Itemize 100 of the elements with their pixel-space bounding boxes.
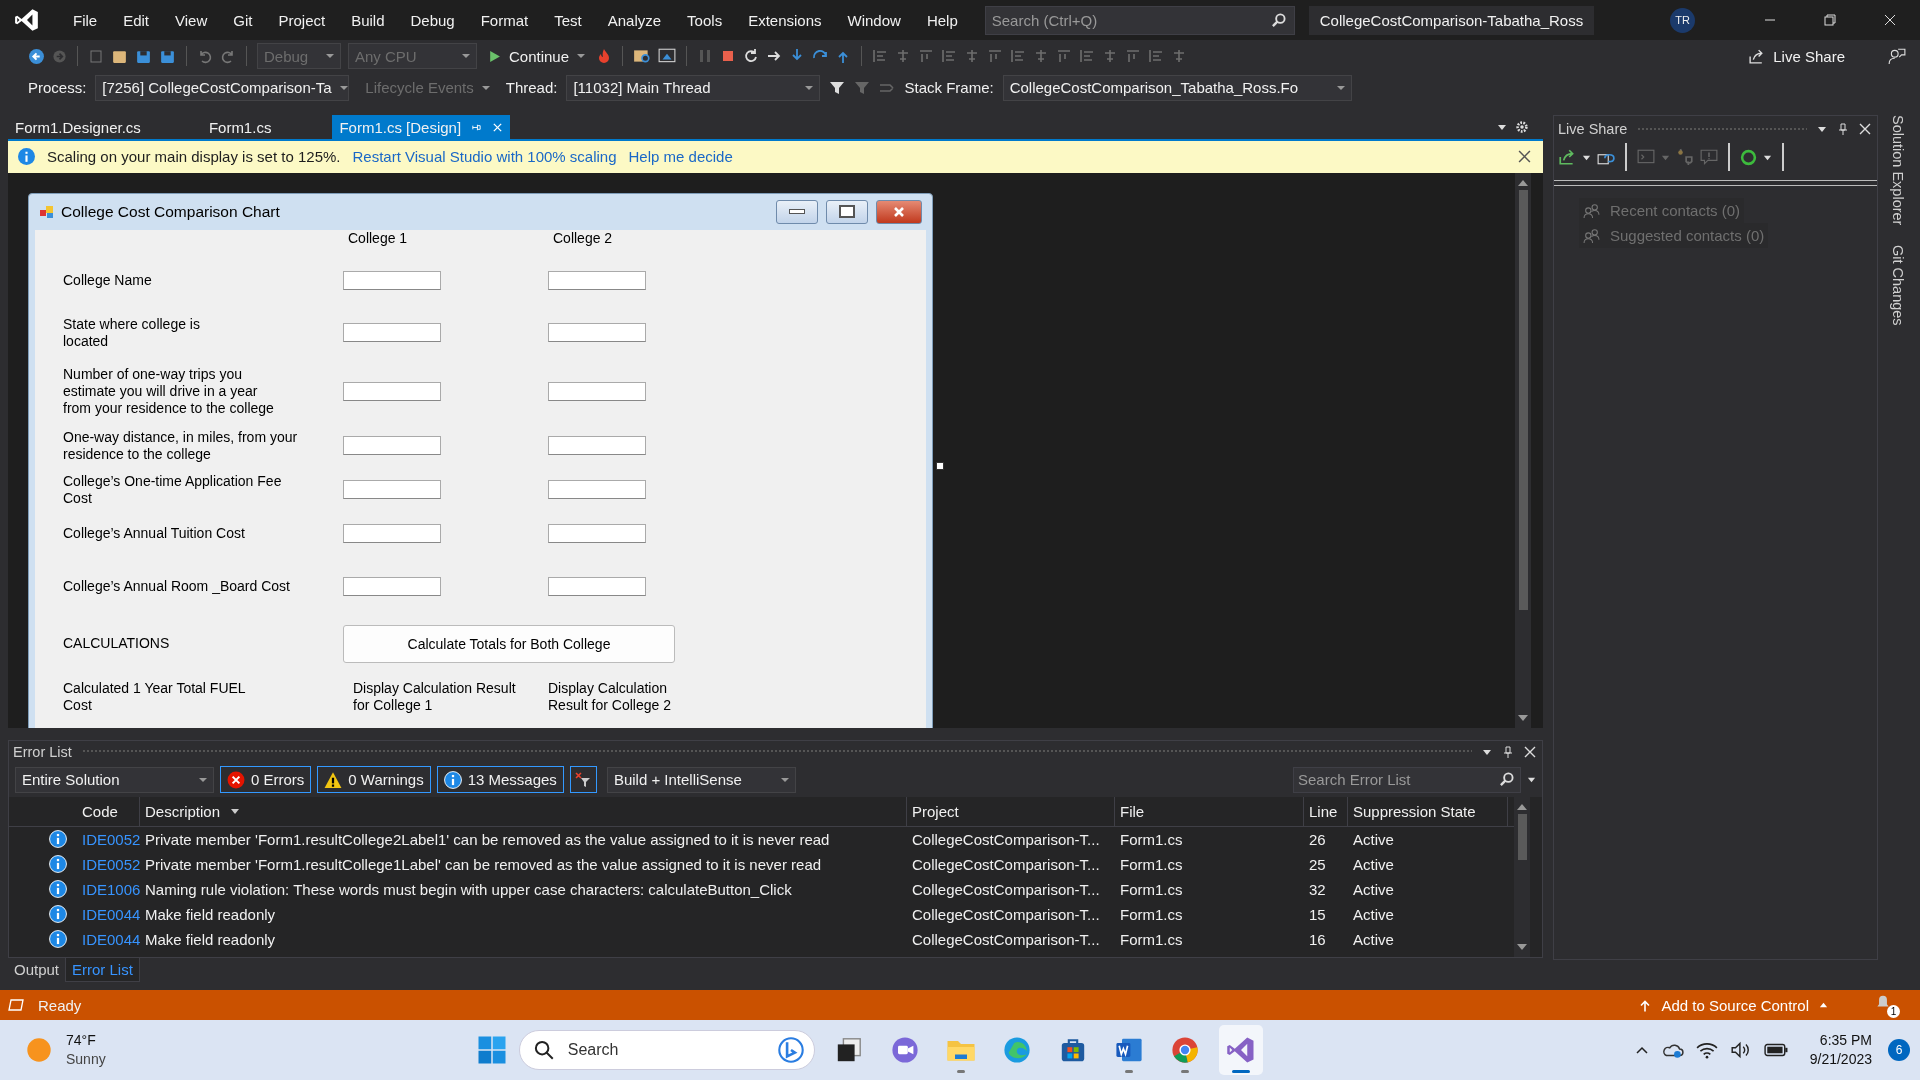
- text-field[interactable]: [343, 271, 441, 291]
- clock[interactable]: 6:35 PM 9/21/2023: [1809, 1031, 1872, 1069]
- code-link[interactable]: IDE0052: [77, 855, 140, 873]
- dropdown-icon[interactable]: [1527, 775, 1536, 785]
- layout-icon[interactable]: [1125, 48, 1142, 64]
- pin-icon[interactable]: [1837, 123, 1849, 135]
- text-field[interactable]: [343, 524, 441, 544]
- text-field[interactable]: [343, 577, 441, 597]
- menu-item[interactable]: Debug: [397, 11, 468, 29]
- thread-dropdown[interactable]: [11032] Main Thread: [566, 74, 821, 101]
- menu-item[interactable]: Test: [541, 11, 595, 29]
- layout-icon[interactable]: [1010, 48, 1027, 64]
- menu-item[interactable]: Build: [338, 11, 398, 29]
- text-field[interactable]: [343, 382, 441, 402]
- maximize-button[interactable]: [826, 199, 868, 224]
- taskbar-search[interactable]: Search: [518, 1030, 815, 1070]
- temperature[interactable]: 74°F: [66, 1031, 106, 1050]
- scrollbar[interactable]: [1514, 796, 1530, 957]
- text-field[interactable]: [548, 323, 646, 343]
- column-header[interactable]: Line: [1304, 796, 1348, 826]
- menu-item[interactable]: Extensions: [735, 11, 835, 29]
- battery-icon[interactable]: [1763, 1043, 1788, 1057]
- code-link[interactable]: IDE0044: [77, 930, 140, 948]
- search-input[interactable]: Search Error List: [1294, 770, 1499, 790]
- code-link[interactable]: IDE1006: [77, 880, 140, 898]
- search-field[interactable]: Search (Ctrl+Q): [984, 5, 1295, 35]
- pin-icon[interactable]: [1502, 745, 1514, 758]
- text-field[interactable]: [548, 436, 646, 456]
- scrollbar[interactable]: [1515, 172, 1531, 728]
- text-field[interactable]: [548, 524, 646, 544]
- close-button[interactable]: [876, 199, 922, 224]
- side-tab[interactable]: Solution Explorer: [1890, 115, 1906, 226]
- undo-icon[interactable]: [197, 48, 213, 64]
- resize-handle[interactable]: [936, 461, 944, 470]
- volume-icon[interactable]: [1729, 1041, 1752, 1059]
- scope-dropdown[interactable]: Entire Solution: [15, 766, 214, 793]
- column-header[interactable]: File: [1115, 796, 1304, 826]
- stack-frame-dropdown[interactable]: CollegeCostComparison_Tabatha_Ross.Fo: [1002, 74, 1352, 101]
- notification-badge[interactable]: 6: [1888, 1039, 1910, 1061]
- folder-search-icon[interactable]: [633, 47, 652, 65]
- column-header[interactable]: Project: [907, 796, 1115, 826]
- column-header[interactable]: Suppression State: [1348, 796, 1508, 826]
- menu-item[interactable]: View: [162, 11, 221, 29]
- search-field[interactable]: Search Error List: [1293, 766, 1521, 793]
- text-field[interactable]: [548, 480, 646, 500]
- cloud-icon[interactable]: [1661, 1041, 1684, 1059]
- column-header[interactable]: Code: [77, 796, 140, 826]
- layout-icon[interactable]: [941, 48, 958, 64]
- text-field[interactable]: [343, 436, 441, 456]
- text-field[interactable]: [343, 323, 441, 343]
- layout-icon[interactable]: [1148, 48, 1165, 64]
- start-icon[interactable]: [476, 1035, 507, 1065]
- menu-item[interactable]: Edit: [110, 11, 163, 29]
- column-header[interactable]: Description: [140, 796, 907, 826]
- code-link[interactable]: IDE0044: [77, 905, 140, 923]
- terminal-icon[interactable]: [1637, 148, 1655, 166]
- weather-condition[interactable]: Sunny: [66, 1050, 106, 1069]
- code-link[interactable]: IDE0052: [77, 830, 140, 848]
- document-tab[interactable]: Form1.cs [Design]: [332, 115, 511, 139]
- menu-item[interactable]: Tools: [674, 11, 736, 29]
- restart-icon[interactable]: [743, 48, 760, 64]
- info-link[interactable]: Restart Visual Studio with 100% scaling: [352, 148, 617, 166]
- text-field[interactable]: [343, 480, 441, 500]
- clear-filter-button[interactable]: [569, 766, 597, 794]
- layout-icon[interactable]: [872, 48, 889, 64]
- panel-tab[interactable]: Error List: [65, 958, 140, 982]
- screen-icon[interactable]: [658, 47, 677, 65]
- menu-item[interactable]: Git: [220, 11, 266, 29]
- filter-toggle[interactable]: 13 Messages: [436, 766, 564, 794]
- filter-toggle[interactable]: 0 Errors: [220, 766, 312, 794]
- layout-icon[interactable]: [1079, 48, 1096, 64]
- redo-icon[interactable]: [220, 48, 236, 64]
- layout-icon[interactable]: [1056, 48, 1073, 64]
- document-tab[interactable]: Form1.Designer.cs: [8, 115, 148, 139]
- panel-tab[interactable]: Output: [8, 958, 66, 982]
- continue-button[interactable]: Continue: [484, 47, 590, 65]
- live-share-button[interactable]: Live Share: [1742, 46, 1851, 66]
- filter-toggle[interactable]: 0 Warnings: [317, 766, 431, 794]
- process-dropdown[interactable]: [7256] CollegeCostComparison-Ta: [95, 74, 350, 101]
- menu-item[interactable]: Project: [265, 11, 339, 29]
- layout-icon[interactable]: [918, 48, 935, 64]
- text-field[interactable]: [548, 577, 646, 597]
- back-icon[interactable]: [28, 47, 45, 65]
- source-control-button[interactable]: Add to Source Control: [1633, 995, 1834, 1015]
- info-link[interactable]: Help me decide: [628, 148, 733, 166]
- side-tab[interactable]: Git Changes: [1890, 245, 1906, 327]
- menu-item[interactable]: Format: [467, 11, 542, 29]
- minimize-button[interactable]: [776, 199, 818, 224]
- wifi-icon[interactable]: [1695, 1041, 1718, 1059]
- dropdown-icon[interactable]: [1497, 122, 1507, 132]
- filter-icon[interactable]: [829, 79, 846, 96]
- source-dropdown[interactable]: Build + IntelliSense: [606, 766, 796, 793]
- document-tab[interactable]: Form1.cs: [201, 115, 279, 139]
- menu-item[interactable]: Analyze: [594, 11, 675, 29]
- comment-alert-icon[interactable]: [1700, 148, 1718, 166]
- user-avatar[interactable]: TR: [1670, 7, 1695, 33]
- feedback-icon[interactable]: [1888, 47, 1906, 65]
- restore-icon[interactable]: [1824, 14, 1836, 26]
- layout-icon[interactable]: [987, 48, 1004, 64]
- menu-item[interactable]: Window: [834, 11, 914, 29]
